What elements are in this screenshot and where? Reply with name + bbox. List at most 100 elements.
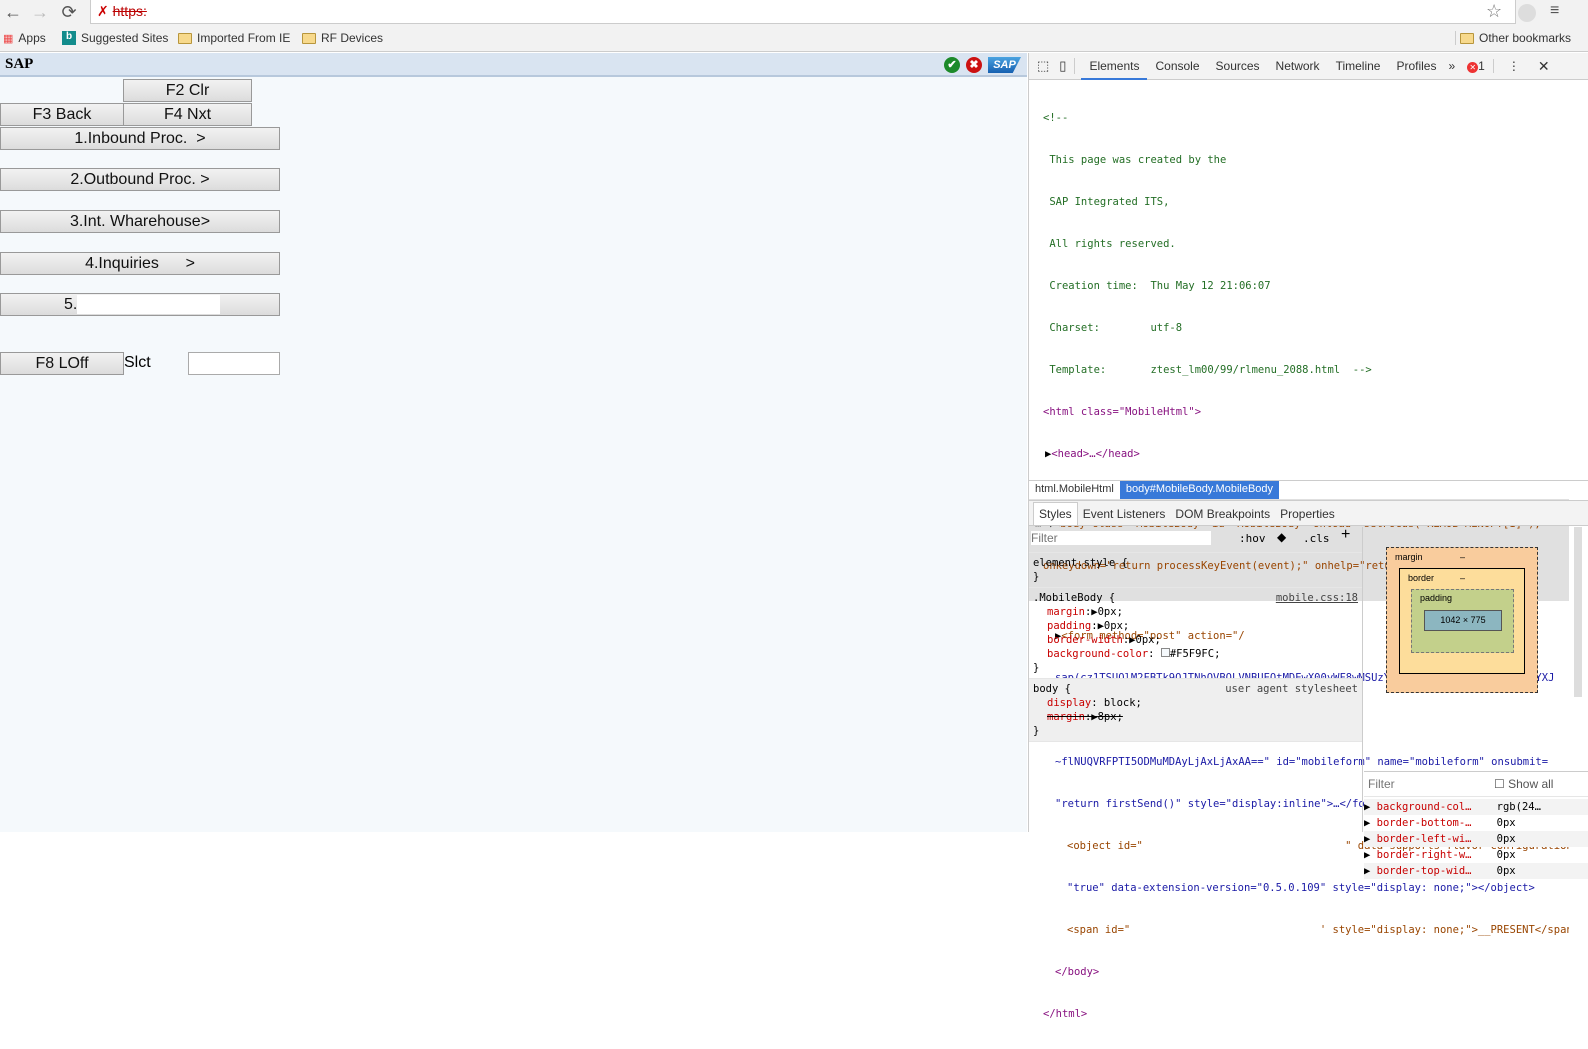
- computed-value: rgb(24…: [1496, 801, 1541, 813]
- select-input[interactable]: [188, 352, 280, 375]
- scrollbar[interactable]: [1574, 527, 1582, 697]
- margin-label: margin: [1395, 552, 1423, 562]
- dom-span-node[interactable]: <span id=" ' style="display: none;">__PR…: [1029, 923, 1569, 937]
- padding-label: padding: [1420, 593, 1453, 603]
- dom-html-close: </html>: [1043, 1008, 1088, 1020]
- f3-back-button[interactable]: F3 Back: [0, 103, 124, 126]
- dom-head-node[interactable]: ▶<head>…</head>: [1029, 447, 1569, 461]
- bookmark-rf-devices[interactable]: RF Devices: [302, 31, 383, 45]
- bookmark-label: Other bookmarks: [1479, 31, 1572, 45]
- computed-prop: background-col…: [1376, 801, 1472, 813]
- computed-value: 0px: [1496, 849, 1516, 861]
- tab-console[interactable]: Console: [1147, 53, 1207, 80]
- menu-outbound-button[interactable]: 2.Outbound Proc. >: [0, 168, 280, 191]
- check-icon[interactable]: ✔: [944, 57, 960, 73]
- device-toolbar-icon[interactable]: ▯: [1057, 58, 1076, 74]
- breadcrumb-body[interactable]: body#MobileBody.MobileBody: [1119, 481, 1280, 499]
- dom-comment-line: This page was created by the: [1043, 154, 1227, 166]
- cancel-icon[interactable]: ✖: [966, 57, 982, 73]
- profile-icon[interactable]: [1518, 4, 1536, 22]
- rule-element-style: element.style { }: [1029, 553, 1362, 588]
- show-all-checkbox[interactable]: ☐ Show all: [1494, 777, 1553, 791]
- property-name[interactable]: background-color: [1047, 648, 1148, 660]
- other-bookmarks[interactable]: Other bookmarks: [1455, 31, 1571, 45]
- bookmark-label: Suggested Sites: [81, 31, 169, 45]
- computed-prop: border-top-wid…: [1376, 865, 1472, 877]
- dom-comment-line: Charset: utf-8: [1043, 322, 1183, 334]
- tab-dom-breakpoints[interactable]: DOM Breakpoints: [1170, 503, 1275, 525]
- rule-close: }: [1033, 571, 1040, 583]
- computed-filter-input[interactable]: [1368, 777, 1468, 791]
- folder-icon: [178, 32, 192, 44]
- bookmarks-bar: ▦ Apps b Suggested Sites Imported From IE …: [0, 26, 1588, 52]
- tab-timeline[interactable]: Timeline: [1328, 53, 1389, 80]
- property-name[interactable]: margin: [1047, 606, 1085, 618]
- computed-row[interactable]: ▶ border-bottom-… 0px: [1364, 815, 1588, 831]
- devtools-menu-icon[interactable]: ⋮: [1492, 59, 1534, 73]
- box-content-size: 1042 × 775: [1424, 610, 1502, 631]
- forward-icon[interactable]: →: [29, 2, 51, 22]
- computed-row[interactable]: ▶ border-top-wid… 0px: [1364, 863, 1588, 879]
- dom-html-node[interactable]: <html class="MobileHtml">: [1029, 405, 1569, 419]
- f8-logoff-button[interactable]: F8 LOff: [0, 352, 124, 375]
- cls-toggle[interactable]: .cls: [1303, 532, 1330, 546]
- browser-toolbar: ← → ⟳ ✗ https: ☆ ≡: [0, 0, 1588, 26]
- menu-option-5-button[interactable]: 5.: [0, 293, 280, 316]
- breadcrumb-html[interactable]: html.MobileHtml: [1029, 481, 1120, 499]
- styles-filter-input[interactable]: [1031, 531, 1211, 545]
- tab-event-listeners[interactable]: Event Listeners: [1078, 503, 1171, 525]
- bookmark-suggested-sites[interactable]: b Suggested Sites: [62, 31, 168, 45]
- computed-filter-bar: ☐ Show all: [1364, 771, 1588, 797]
- devtools-toolbar: ⬚ ▯ Elements Console Sources Network Tim…: [1029, 53, 1588, 80]
- property-name[interactable]: padding: [1047, 620, 1091, 632]
- bookmark-apps[interactable]: ▦ Apps: [3, 31, 46, 45]
- property-value[interactable]: 0px: [1098, 606, 1117, 618]
- more-tabs-icon[interactable]: »: [1444, 59, 1467, 73]
- menu-icon[interactable]: ≡: [1550, 2, 1559, 20]
- tab-sources[interactable]: Sources: [1208, 53, 1268, 80]
- new-rule-icon[interactable]: +: [1341, 527, 1350, 543]
- menu-warehouse-button[interactable]: 3.Int. Wharehouse>: [0, 210, 280, 233]
- color-swatch[interactable]: [1160, 648, 1170, 657]
- bing-icon: b: [62, 31, 76, 45]
- menu-inquiries-button[interactable]: 4.Inquiries >: [0, 252, 280, 275]
- reload-icon[interactable]: ⟳: [58, 2, 80, 22]
- color-format-icon[interactable]: ◆: [1277, 530, 1286, 544]
- computed-prop: border-left-wi…: [1376, 833, 1472, 845]
- tab-network[interactable]: Network: [1268, 53, 1328, 80]
- property-value[interactable]: 0px: [1136, 634, 1155, 646]
- rule-close: }: [1033, 662, 1040, 674]
- tab-profiles[interactable]: Profiles: [1388, 53, 1444, 80]
- tab-properties[interactable]: Properties: [1275, 503, 1340, 525]
- apps-grid-icon: ▦: [3, 32, 14, 45]
- rule-source-link[interactable]: mobile.css:18: [1276, 591, 1358, 605]
- computed-row[interactable]: ▶ border-left-wi… 0px: [1364, 831, 1588, 847]
- computed-row[interactable]: ▶ background-col… rgb(24…: [1364, 799, 1588, 815]
- close-devtools-icon[interactable]: ✕: [1534, 58, 1554, 75]
- menu-inbound-button[interactable]: 1.Inbound Proc. >: [0, 127, 280, 150]
- computed-prop: border-bottom-…: [1376, 817, 1472, 829]
- property-name[interactable]: border-width: [1047, 634, 1123, 646]
- error-counter[interactable]: ✕ 1: [1467, 59, 1485, 73]
- tab-styles[interactable]: Styles: [1033, 502, 1078, 525]
- hov-toggle[interactable]: :hov: [1239, 532, 1266, 546]
- f4-next-button[interactable]: F4 Nxt: [123, 103, 252, 126]
- property-value[interactable]: 0px: [1104, 620, 1123, 632]
- f2-clear-button[interactable]: F2 Clr: [123, 79, 252, 102]
- property-value[interactable]: #F5F9FC: [1170, 648, 1214, 660]
- select-label: Slct: [124, 354, 151, 371]
- error-icon: ✕: [1467, 62, 1479, 73]
- computed-row[interactable]: ▶ border-right-w… 0px: [1364, 847, 1588, 863]
- bookmark-star-icon[interactable]: ☆: [1486, 1, 1502, 22]
- margin-top-value: –: [1460, 552, 1466, 562]
- back-icon[interactable]: ←: [2, 2, 24, 22]
- breadcrumb: html.MobileHtml body#MobileBody.MobileBo…: [1029, 480, 1588, 499]
- box-padding: padding 1042 × 775: [1411, 589, 1514, 653]
- computed-value: 0px: [1496, 865, 1516, 877]
- inspect-element-icon[interactable]: ⬚: [1029, 58, 1057, 74]
- sidebar-tabs: Styles Event Listeners DOM Breakpoints P…: [1029, 500, 1588, 526]
- bookmark-imported-from-ie[interactable]: Imported From IE: [178, 31, 290, 45]
- address-bar[interactable]: ✗ https:: [90, 0, 1516, 24]
- property-value: 8px: [1097, 711, 1117, 723]
- tab-elements[interactable]: Elements: [1081, 53, 1148, 80]
